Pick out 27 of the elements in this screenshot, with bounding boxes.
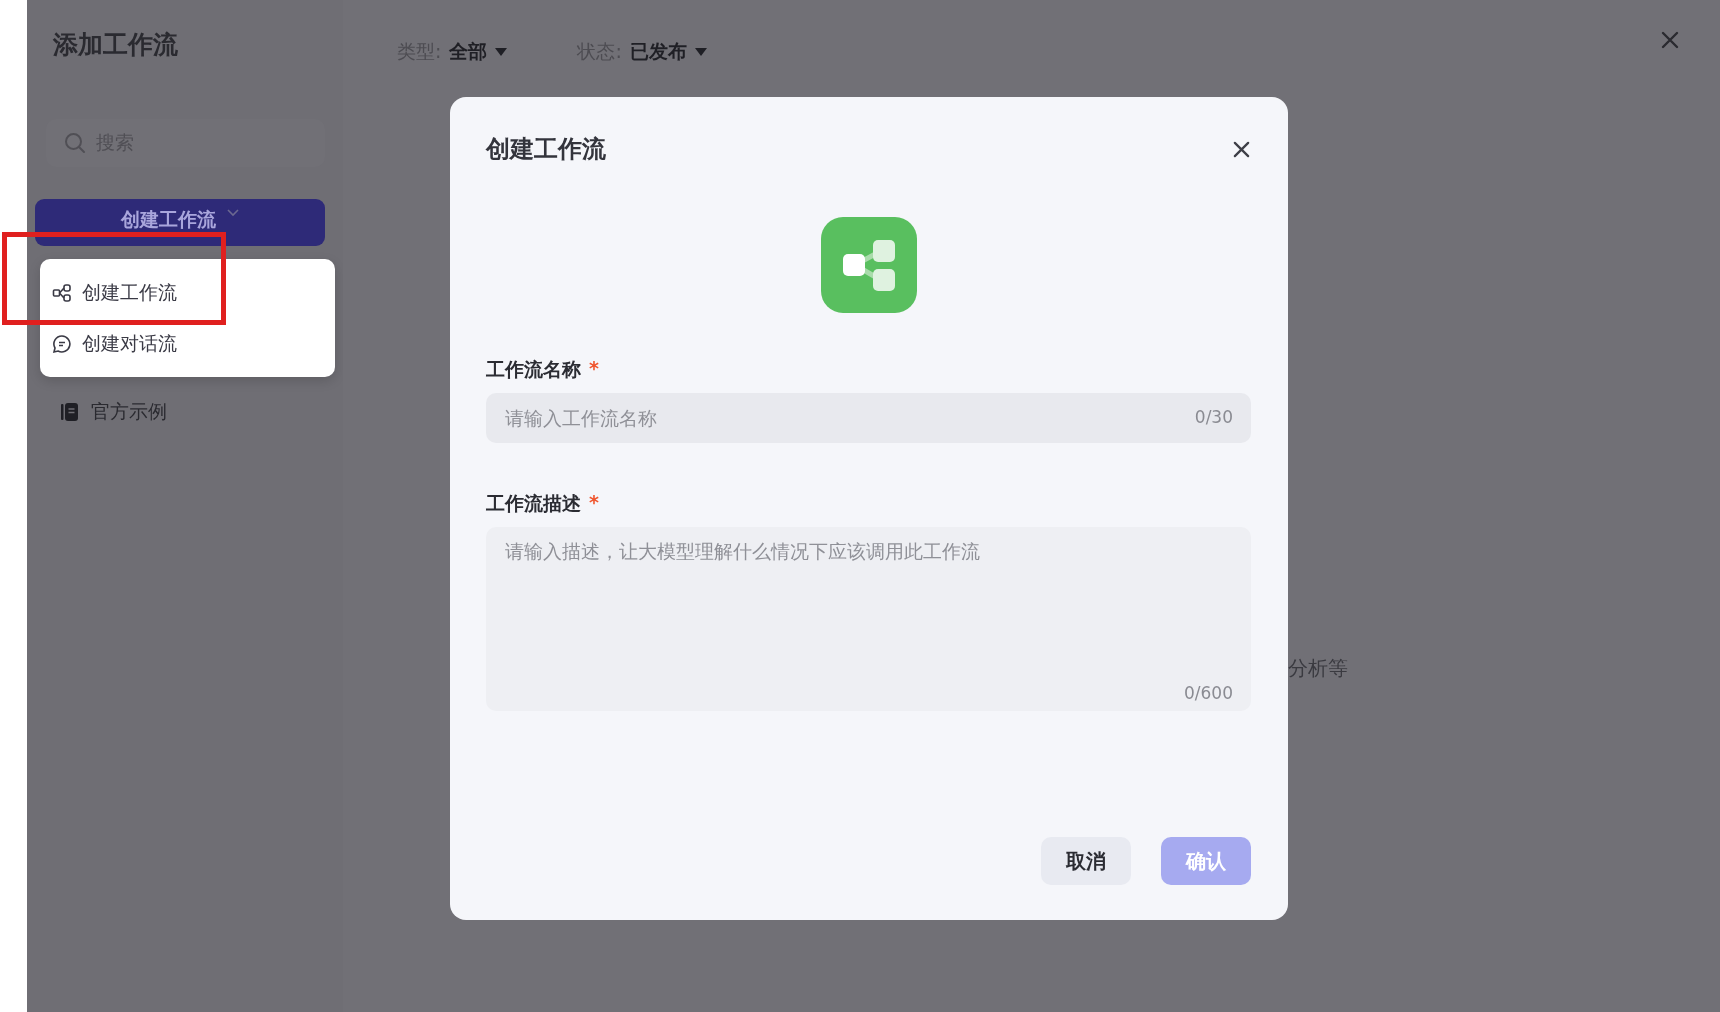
nodes-icon: [52, 282, 72, 303]
field-label: 工作流描述: [486, 491, 581, 516]
caret-icon: [694, 48, 707, 56]
required-mark: *: [589, 357, 599, 381]
menu-item[interactable]: 创建对话流: [40, 318, 335, 369]
sidebar-item-label: 官方示例: [91, 399, 167, 424]
chat-icon: [52, 333, 72, 354]
book-icon: [61, 402, 79, 422]
menu-item-label: 创建对话流: [82, 330, 177, 356]
field-label: 工作流名称: [486, 357, 581, 382]
search-icon: [64, 132, 86, 154]
chevron-icon: [225, 207, 240, 217]
workflow-icon: [820, 217, 917, 313]
cancel-button[interactable]: 取消: [1041, 837, 1131, 885]
menu-item-label: 创建工作流: [82, 279, 177, 305]
create-workflow-button[interactable]: 创建工作流: [35, 199, 325, 246]
close-icon: [1232, 139, 1251, 159]
close-button[interactable]: [1232, 139, 1251, 159]
sidebar-item[interactable]: 官方示例: [61, 399, 325, 425]
close-icon: [1660, 30, 1680, 50]
char-counter: 0/600: [1184, 683, 1233, 703]
required-mark: *: [589, 491, 599, 515]
panel-title: 添加工作流: [53, 29, 179, 61]
char-counter: 0/30: [1194, 407, 1233, 427]
dialog-title: 创建工作流: [486, 134, 606, 165]
menu-item[interactable]: 创建工作流: [40, 267, 335, 318]
caret-icon: [495, 48, 508, 56]
